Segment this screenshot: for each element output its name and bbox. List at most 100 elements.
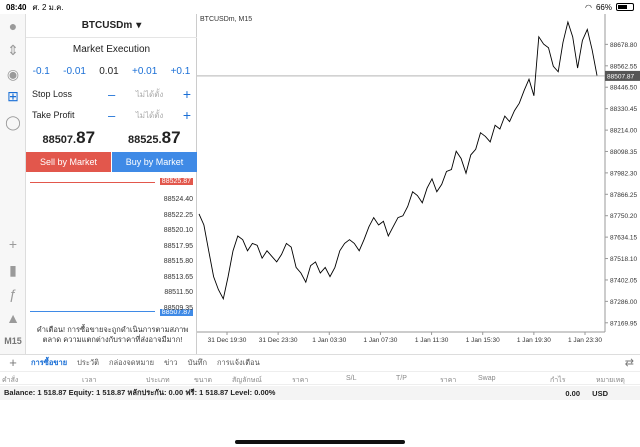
x-tick-label: 1 Jan 11:30 <box>415 337 449 344</box>
home-indicator[interactable] <box>235 440 405 444</box>
status-right: ◠ 66% <box>585 3 634 12</box>
stop-loss-plus-button[interactable]: + <box>177 86 191 102</box>
left-toolbar: ● ⇕ ◉ ⊞ ◯ + ▮ ƒ ▲ M15 <box>0 14 26 354</box>
y-tick-label: 88678.80 <box>610 42 637 49</box>
trade-icon[interactable]: ⇕ <box>3 40 23 60</box>
x-tick-label: 1 Jan 07:30 <box>363 337 397 344</box>
x-tick-label: 1 Jan 03:30 <box>312 337 346 344</box>
buy-price: 88525.87 <box>127 128 181 147</box>
tick-level-label: 88513.65 <box>163 273 193 281</box>
execution-warning: คำเตือน! การซื้อขายจะถูกดำเนินการตามสภาพ… <box>36 325 189 344</box>
column-header[interactable]: สัญลักษณ์ <box>232 375 262 386</box>
y-tick-label: 87286.00 <box>610 299 637 306</box>
wifi-icon: ◠ <box>585 2 592 12</box>
profit-currency: USD <box>592 388 608 398</box>
tick-level-label: 88522.25 <box>163 211 193 219</box>
status-time: 08:40 <box>6 2 27 12</box>
column-header[interactable]: ราคา <box>440 375 456 386</box>
battery-icon <box>616 3 634 11</box>
column-header[interactable]: S/L <box>346 375 357 382</box>
candles-icon[interactable]: ▮ <box>3 260 23 280</box>
symbol-selector[interactable]: BTCUSDm ▾ <box>26 14 197 38</box>
volume-plus-large[interactable]: +0.1 <box>171 66 191 77</box>
new-order-icon[interactable]: ⊞ <box>3 86 23 106</box>
column-header[interactable]: กำไร <box>550 375 565 386</box>
stop-loss-input[interactable]: ไม่ได้ตั้ง <box>122 88 177 101</box>
tick-level-label: 88509.35 <box>163 304 193 312</box>
stop-loss-minus-button[interactable]: – <box>108 87 122 102</box>
profit-total: 0.00 <box>565 388 580 398</box>
column-header[interactable]: เวลา <box>82 375 97 386</box>
history-icon[interactable]: ◯ <box>3 112 23 132</box>
chat-icon[interactable]: ◉ <box>3 64 23 84</box>
column-header[interactable]: หมายเหตุ <box>596 375 625 386</box>
tab-3[interactable]: ข่าว <box>159 357 183 369</box>
x-tick-label: 31 Dec 19:30 <box>208 337 247 344</box>
y-tick-label: 87750.20 <box>610 213 637 220</box>
symbol-name: BTCUSDm <box>81 20 133 31</box>
sell-button[interactable]: Sell by Market <box>26 152 111 172</box>
y-tick-label: 88562.55 <box>610 63 637 70</box>
column-header[interactable]: ขนาด <box>194 375 212 386</box>
take-profit-plus-button[interactable]: + <box>177 107 191 123</box>
y-tick-label: 87518.10 <box>610 256 637 263</box>
tick-chart: 88525.87 88507.87 88524.40 88522.25 88520.… <box>30 178 195 316</box>
ask-line <box>30 182 155 183</box>
x-tick-label: 1 Jan 15:30 <box>466 337 500 344</box>
volume-minus-large[interactable]: -0.1 <box>33 66 50 77</box>
column-header[interactable]: ราคา <box>292 375 308 386</box>
chevron-down-icon: ▾ <box>136 20 142 31</box>
x-tick-label: 1 Jan 19:30 <box>517 337 551 344</box>
tick-level-label: 88520.10 <box>163 227 193 234</box>
sell-price: 88507.87 <box>42 128 96 147</box>
column-header[interactable]: คำสั่ง <box>2 375 18 386</box>
x-tick-label: 31 Dec 23:30 <box>259 337 298 344</box>
crosshair-icon[interactable]: + <box>3 234 23 254</box>
objects-icon[interactable]: ▲ <box>3 308 23 328</box>
expand-icon[interactable]: ⇄ <box>625 356 634 369</box>
volume-stepper: -0.1 -0.01 0.01 +0.01 +0.1 <box>26 66 197 77</box>
column-header[interactable]: Swap <box>478 375 496 382</box>
price-display: 88507.87 88525.87 <box>26 128 197 148</box>
balance-bar: Balance: 1 518.87 Equity: 1 518.87 หลักป… <box>0 386 640 400</box>
column-header[interactable]: ประเภท <box>146 375 170 386</box>
execution-type[interactable]: Market Execution <box>26 44 197 55</box>
status-date: ศ. 2 ม.ค. <box>32 2 64 12</box>
y-tick-label: 88330.45 <box>610 106 637 113</box>
stop-loss-row: Stop Loss – ไม่ได้ตั้ง + <box>26 84 197 104</box>
ask-price-tag: 88525.87 <box>159 178 193 185</box>
tab-2[interactable]: กล่องจดหมาย <box>104 357 159 369</box>
take-profit-label: Take Profit <box>32 110 75 120</box>
tick-level-label: 88511.50 <box>164 289 193 296</box>
take-profit-input[interactable]: ไม่ได้ตั้ง <box>122 109 177 122</box>
volume-value[interactable]: 0.01 <box>99 66 118 77</box>
y-tick-label: 87634.15 <box>610 235 637 242</box>
tick-level-label: 88524.40 <box>163 196 193 203</box>
tab-5[interactable]: การแจ้งเตือน <box>212 357 265 369</box>
tab-0[interactable]: การซื้อขาย <box>26 357 72 369</box>
order-panel: BTCUSDm ▾ Market Execution -0.1 -0.01 0.… <box>26 14 197 354</box>
quotes-icon[interactable]: ● <box>3 16 23 36</box>
tick-level-label: 88515.80 <box>163 258 193 265</box>
chart-svg: 88678.80 88562.55 88446.50 88330.45 88214.00… <box>197 14 640 344</box>
y-tick-label: 88098.35 <box>610 149 637 156</box>
column-header[interactable]: T/P <box>396 375 407 382</box>
price-chart[interactable]: 88678.80 88562.55 88446.50 88330.45 88214.00… <box>197 14 640 354</box>
price-tag: 88507.87 <box>607 73 634 80</box>
stop-loss-label: Stop Loss <box>32 89 73 99</box>
tab-4[interactable]: บันทึก <box>183 357 212 369</box>
take-profit-minus-button[interactable]: – <box>108 108 122 123</box>
volume-minus-small[interactable]: -0.01 <box>63 66 86 77</box>
chart-title: BTCUSDm, M15 <box>200 16 253 23</box>
timeframe-button[interactable]: M15 <box>3 336 23 346</box>
volume-plus-small[interactable]: +0.01 <box>132 66 157 77</box>
status-bar: 08:40 ศ. 2 ม.ค. ◠ 66% <box>0 0 640 14</box>
add-icon[interactable]: + <box>0 355 26 370</box>
bid-line <box>30 311 155 312</box>
bottom-tabs: + การซื้อขาย ประวัติ กล่องจดหมาย ข่าว บันทึก… <box>0 354 640 370</box>
y-tick-label: 88446.50 <box>610 85 637 92</box>
buy-button[interactable]: Buy by Market <box>112 152 197 172</box>
indicators-icon[interactable]: ƒ <box>3 284 23 304</box>
y-tick-label: 88214.00 <box>610 128 637 135</box>
tab-1[interactable]: ประวัติ <box>72 357 104 369</box>
